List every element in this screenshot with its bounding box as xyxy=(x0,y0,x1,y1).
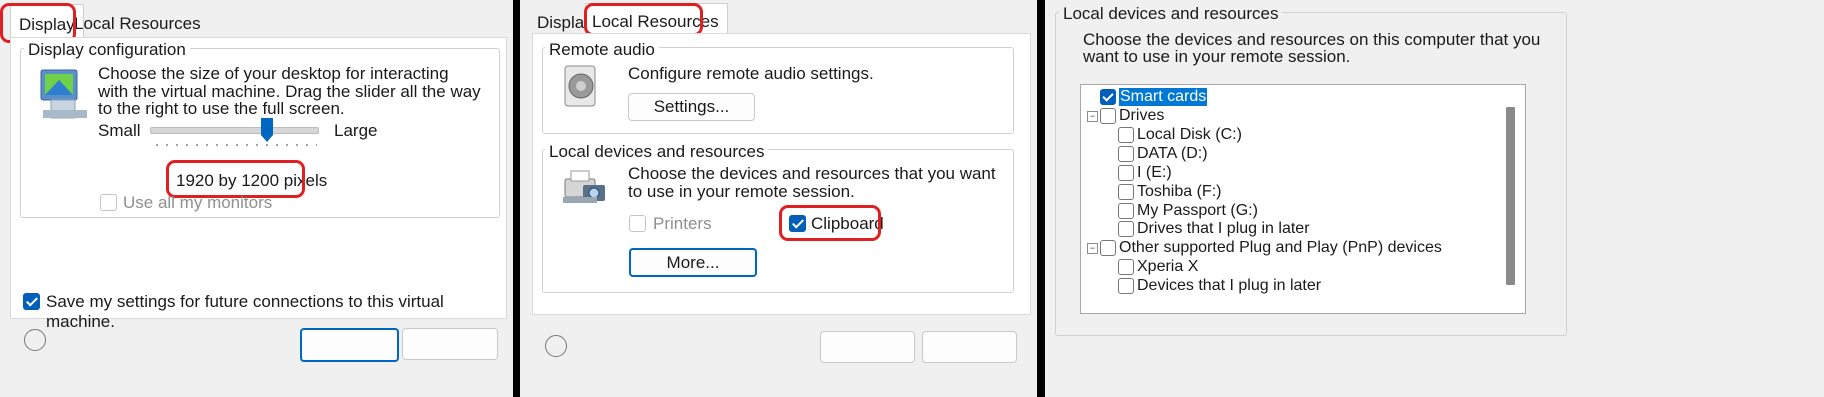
audio-settings-button[interactable]: Settings... xyxy=(628,93,755,121)
group-title: Local devices and resources xyxy=(1059,4,1283,24)
smart-cards-checkbox[interactable] xyxy=(1100,89,1116,105)
drive-label: I (E:) xyxy=(1137,164,1172,181)
pnp-device-checkbox[interactable] xyxy=(1118,259,1134,275)
slider-max-label: Large xyxy=(334,121,378,140)
tree-item-drive[interactable]: Toshiba (F:) xyxy=(1118,182,1221,202)
pnp-device-label: Xperia X xyxy=(1137,258,1199,275)
group-title: Display configuration xyxy=(24,40,190,60)
tree-item-drive[interactable]: DATA (D:) xyxy=(1118,144,1208,164)
drive-label: My Passport (G:) xyxy=(1137,202,1258,219)
drive-checkbox[interactable] xyxy=(1118,165,1134,181)
local-devices-description: Choose the devices and resources that yo… xyxy=(628,164,996,201)
drive-checkbox[interactable] xyxy=(1118,127,1134,143)
pnp-device-checkbox[interactable] xyxy=(1118,278,1134,294)
clipboard-highlight xyxy=(779,205,881,241)
drives-expander[interactable]: − xyxy=(1087,111,1098,122)
remote-audio-title: Remote audio xyxy=(545,40,659,60)
resolution-slider-thumb[interactable] xyxy=(260,117,274,143)
pnp-checkbox[interactable] xyxy=(1100,240,1116,256)
tree-item-smart-cards[interactable]: Smart cards xyxy=(1100,87,1208,107)
resolution-slider-track[interactable] xyxy=(150,127,319,134)
tree-item-pnp-devices[interactable]: Other supported Plug and Play (PnP) devi… xyxy=(1100,238,1442,258)
save-settings-checkbox[interactable] xyxy=(23,293,40,310)
drives-label: Drives xyxy=(1119,107,1165,124)
slider-ticks xyxy=(152,143,317,147)
display-description: Choose the size of your desktop for inte… xyxy=(98,64,481,118)
printers-checkbox[interactable] xyxy=(629,215,646,232)
help-icon[interactable] xyxy=(24,329,46,351)
tree-item-drive[interactable]: Local Disk (C:) xyxy=(1118,125,1242,145)
drive-checkbox[interactable] xyxy=(1118,146,1134,162)
tab-content: Display configuration Choose the size of… xyxy=(10,37,507,331)
connect-button[interactable] xyxy=(300,328,399,362)
tree-item-pnp-device[interactable]: Devices that I plug in later xyxy=(1118,276,1321,296)
drive-checkbox[interactable] xyxy=(1118,203,1134,219)
monitor-icon xyxy=(40,69,87,119)
use-all-monitors-checkbox[interactable] xyxy=(100,194,117,211)
dialog-description: Choose the devices and resources on this… xyxy=(1083,30,1541,66)
tree-item-drive[interactable]: My Passport (G:) xyxy=(1118,201,1258,221)
local-resources-tab-panel: Display Local Resources Remote audio Con… xyxy=(520,0,1037,397)
device-tree[interactable]: Smart cards − Drives Local Disk (C:) DAT… xyxy=(1080,84,1526,314)
tab-content: Remote audio Configure remote audio sett… xyxy=(532,33,1031,315)
local-devices-dialog-panel: Local devices and resources Choose the d… xyxy=(1045,0,1824,397)
smart-cards-label: Smart cards xyxy=(1119,88,1208,106)
connect-button[interactable] xyxy=(820,331,915,363)
save-settings-label: Save my settings for future connections … xyxy=(46,292,444,331)
drive-label: DATA (D:) xyxy=(1137,145,1208,162)
tree-scrollbar[interactable] xyxy=(1506,107,1515,285)
use-all-monitors-label: Use all my monitors xyxy=(123,193,273,212)
remote-audio-group xyxy=(542,47,1014,134)
drive-checkbox[interactable] xyxy=(1118,184,1134,200)
pnp-expander[interactable]: − xyxy=(1087,243,1098,254)
pnp-device-label: Devices that I plug in later xyxy=(1137,277,1322,294)
close-button[interactable] xyxy=(402,328,498,360)
slider-min-label: Small xyxy=(98,121,141,140)
remote-audio-description: Configure remote audio settings. xyxy=(628,64,874,83)
drive-label: Toshiba (F:) xyxy=(1137,183,1222,200)
tab-local-resources[interactable]: Local Resources xyxy=(74,14,201,34)
printers-label: Printers xyxy=(653,214,712,233)
local-devices-title: Local devices and resources xyxy=(545,142,769,162)
tree-item-drives[interactable]: Drives xyxy=(1100,106,1164,126)
tree-item-pnp-device[interactable]: Xperia X xyxy=(1118,257,1198,277)
close-button[interactable] xyxy=(922,331,1017,363)
drive-checkbox[interactable] xyxy=(1118,221,1134,237)
drive-label: Drives that I plug in later xyxy=(1137,220,1310,237)
printer-camera-icon xyxy=(563,170,605,203)
pnp-label: Other supported Plug and Play (PnP) devi… xyxy=(1119,239,1442,256)
tab-highlight xyxy=(584,3,703,36)
help-icon[interactable] xyxy=(545,335,567,357)
tree-item-drive[interactable]: Drives that I plug in later xyxy=(1118,219,1310,239)
drive-label: Local Disk (C:) xyxy=(1137,126,1242,143)
display-tab-panel: Display Local Resources Display configur… xyxy=(0,0,513,397)
drives-checkbox[interactable] xyxy=(1100,108,1116,124)
tree-item-drive[interactable]: I (E:) xyxy=(1118,163,1172,183)
more-button[interactable]: More... xyxy=(629,248,757,277)
speaker-icon xyxy=(564,65,596,107)
